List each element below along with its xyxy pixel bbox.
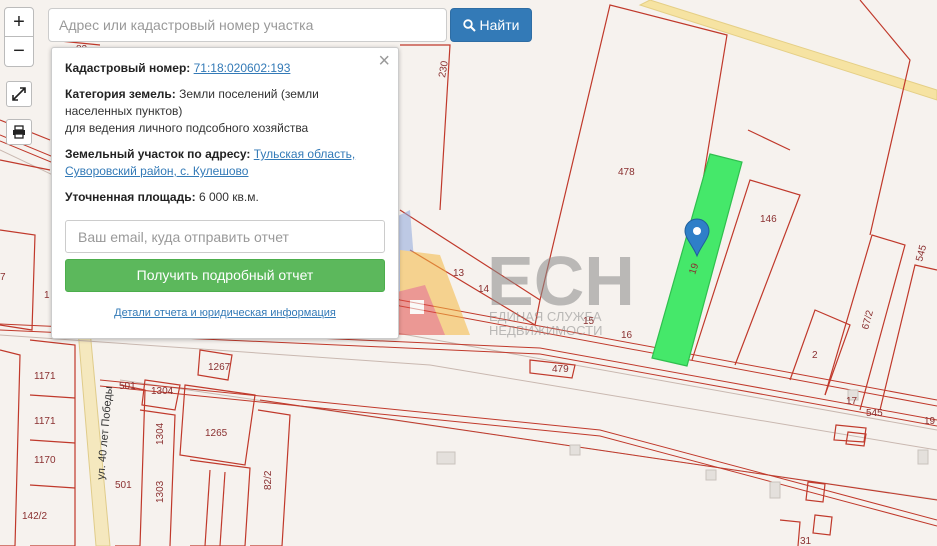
parcel-label: 501: [119, 381, 136, 392]
parcel-label: 142/2: [22, 511, 47, 522]
parcel-label: 1170: [34, 455, 56, 466]
parcel-label: 1304: [151, 386, 174, 397]
zoom-out-label: −: [13, 40, 25, 62]
address-label: Земельный участок по адресу:: [65, 147, 251, 161]
printer-icon: [13, 125, 25, 139]
find-button-label: Найти: [479, 17, 520, 33]
parcel-label: 13: [453, 268, 465, 279]
cadastral-row: Кадастровый номер: 71:18:020602:193: [65, 60, 385, 77]
search-input[interactable]: [48, 8, 447, 42]
report-details-link[interactable]: Детали отчета и юридическая информация: [65, 305, 385, 322]
address-row: Земельный участок по адресу: Тульская об…: [65, 146, 385, 180]
close-icon[interactable]: ×: [378, 51, 390, 71]
usage-value: для ведения личного подсобного хозяйства: [65, 121, 309, 135]
parcel-label: 478: [618, 167, 635, 178]
parcel-label: 15: [583, 316, 595, 327]
expand-icon: [12, 87, 26, 101]
parcel-label: 1265: [205, 428, 228, 439]
parcel-label: 14: [478, 284, 490, 295]
parcel-label: 2: [812, 350, 818, 361]
area-value: 6 000 кв.м.: [198, 190, 259, 204]
search-icon: [462, 18, 476, 32]
category-label: Категория земель:: [65, 87, 176, 101]
parcel-label: 19: [924, 416, 936, 427]
area-label: Уточненная площадь:: [65, 190, 196, 204]
category-row: Категория земель: Земли поселений (земли…: [65, 86, 385, 137]
parcel-label: 1267: [208, 362, 231, 373]
parcel-label: 1171: [34, 371, 56, 382]
parcel-label: 1: [44, 290, 50, 301]
parcel-label: 1304: [155, 422, 166, 445]
zoom-in-label: +: [13, 11, 25, 33]
parcel-label: 17: [846, 396, 858, 407]
area-row: Уточненная площадь: 6 000 кв.м.: [65, 189, 385, 206]
parcel-label: 1303: [155, 480, 166, 503]
email-field[interactable]: [65, 220, 385, 253]
parcel-label: 16: [621, 330, 633, 341]
parcel-label: 479: [552, 364, 569, 375]
cadastral-label: Кадастровый номер:: [65, 61, 191, 75]
get-report-button[interactable]: Получить подробный отчет: [65, 259, 385, 292]
print-button[interactable]: [6, 119, 32, 145]
parcel-label: 7: [0, 272, 6, 283]
parcel-label: 146: [760, 214, 777, 225]
find-button[interactable]: Найти: [450, 8, 532, 42]
parcel-label: 501: [115, 480, 132, 491]
zoom-in-button[interactable]: +: [4, 7, 34, 37]
parcel-label: 82/2: [263, 470, 274, 490]
zoom-out-button[interactable]: −: [4, 37, 34, 67]
parcel-info-popup: × Кадастровый номер: 71:18:020602:193 Ка…: [51, 47, 399, 339]
parcel-label: 1171: [34, 416, 56, 427]
parcel-label: 545: [866, 408, 883, 419]
parcel-label: 31: [800, 536, 812, 546]
fullscreen-button[interactable]: [6, 81, 32, 107]
cadastral-number-link[interactable]: 71:18:020602:193: [194, 61, 291, 75]
